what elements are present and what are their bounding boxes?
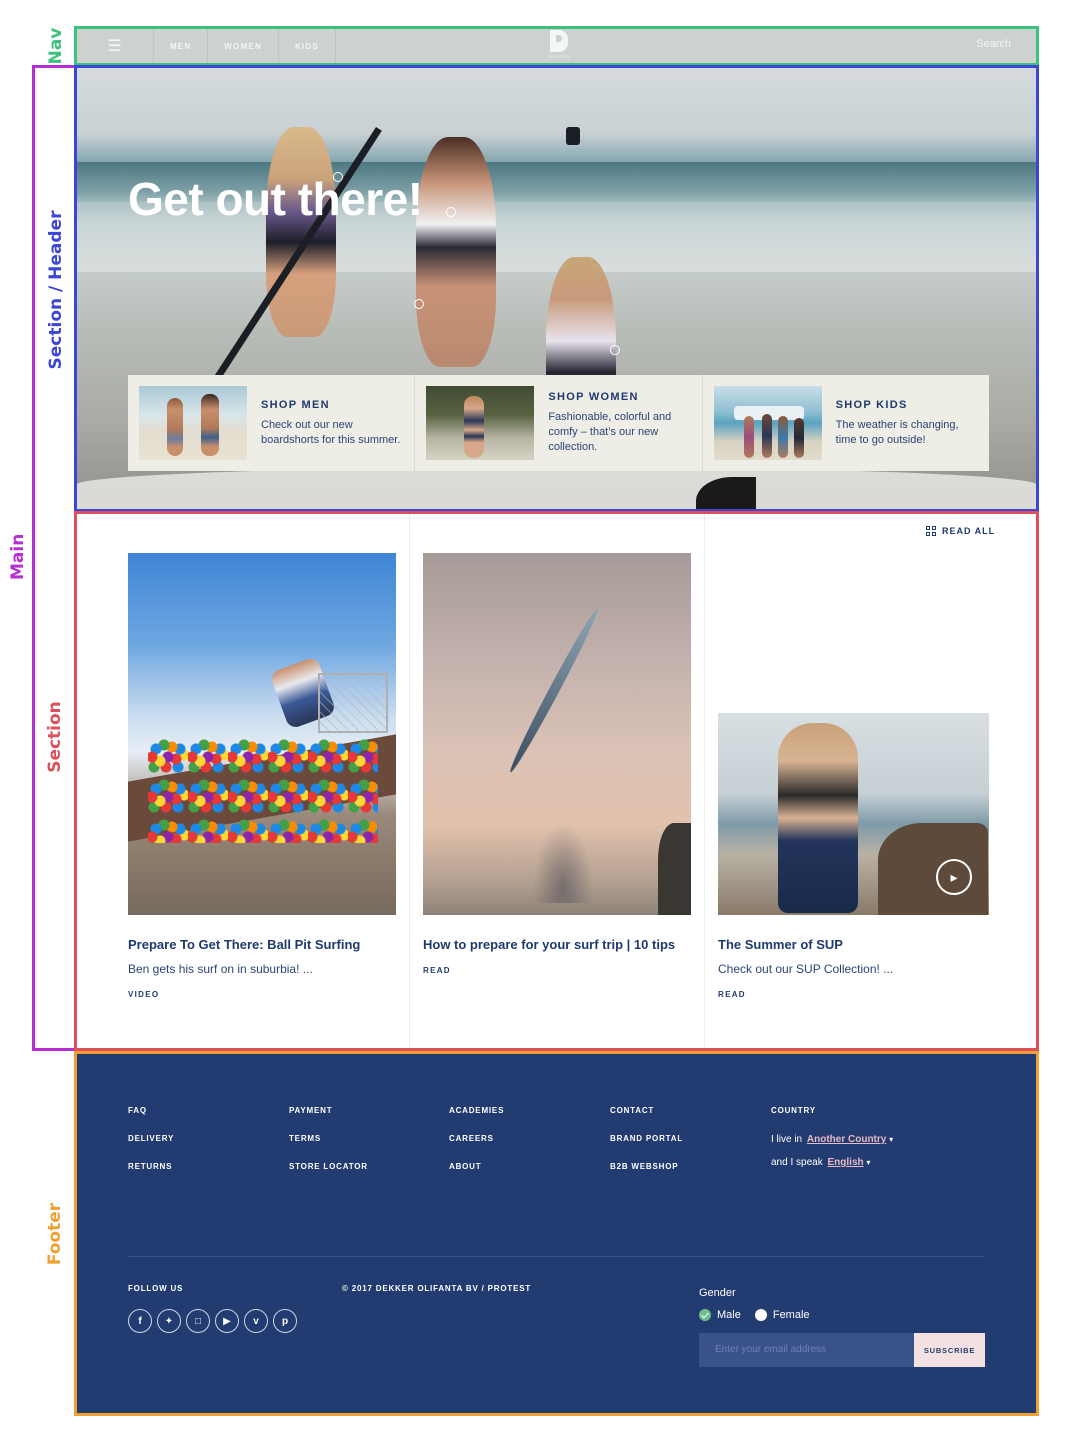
vimeo-icon[interactable]: v bbox=[244, 1309, 268, 1333]
grid-icon bbox=[926, 526, 936, 536]
footer-link-academies[interactable]: ACADEMIES bbox=[449, 1106, 504, 1115]
footer-link-b2b-webshop[interactable]: B2B WEBSHOP bbox=[610, 1162, 683, 1171]
footer-link-store-locator[interactable]: STORE LOCATOR bbox=[289, 1162, 368, 1171]
gender-female-radio[interactable] bbox=[754, 1309, 767, 1321]
article-image: ▸ bbox=[718, 713, 989, 915]
shop-kids-title: SHOP KIDS bbox=[835, 398, 908, 411]
site-footer: FAQ DELIVERY RETURNS PAYMENT TERMS STORE… bbox=[76, 1054, 1037, 1414]
footer-link-terms[interactable]: TERMS bbox=[289, 1134, 368, 1143]
footer-link-careers[interactable]: CAREERS bbox=[449, 1134, 504, 1143]
shop-men-card[interactable]: SHOP MEN Check out our new boardshorts f… bbox=[128, 375, 416, 471]
gender-male-label: Male bbox=[717, 1309, 741, 1321]
article-desc: Check out our SUP Collection! ... bbox=[718, 962, 894, 976]
shop-women-image bbox=[426, 386, 535, 460]
chevron-down-icon[interactable]: ▾ bbox=[866, 1158, 870, 1167]
social-links: f ✦ □ ▶ v p bbox=[128, 1309, 302, 1333]
follow-us-label: FOLLOW US bbox=[128, 1284, 184, 1293]
shop-men-title: SHOP MEN bbox=[261, 398, 330, 411]
chevron-down-icon[interactable]: ▾ bbox=[889, 1135, 893, 1144]
article-tag[interactable]: READ bbox=[423, 966, 691, 975]
footer-link-payment[interactable]: PAYMENT bbox=[289, 1106, 368, 1115]
shop-women-card[interactable]: SHOP WOMEN Fashionable, colorful and com… bbox=[415, 375, 703, 471]
gender-radios: Male Female bbox=[699, 1309, 810, 1321]
nav-link-kids[interactable]: KIDS bbox=[279, 28, 336, 64]
top-nav: ☰ MEN WOMEN KIDS PROTEST Search bbox=[76, 28, 1037, 64]
protest-logo[interactable]: PROTEST bbox=[548, 30, 570, 62]
footer-link-contact[interactable]: CONTACT bbox=[610, 1106, 683, 1115]
country-heading: COUNTRY bbox=[771, 1106, 816, 1115]
footer-link-brand-portal[interactable]: BRAND PORTAL bbox=[610, 1134, 683, 1143]
twitter-icon[interactable]: ✦ bbox=[157, 1309, 181, 1333]
article-desc: Ben gets his surf on in suburbia! ... bbox=[128, 962, 313, 976]
copyright: © 2017 DEKKER OLIFANTA BV / PROTEST bbox=[342, 1284, 532, 1293]
gender-label: Gender bbox=[699, 1287, 736, 1299]
nav-link-men[interactable]: MEN bbox=[154, 28, 209, 64]
shop-kids-card[interactable]: SHOP KIDS The weather is changing, time … bbox=[703, 375, 989, 471]
hero-title: Get out there! bbox=[128, 173, 423, 225]
gender-male-radio[interactable] bbox=[699, 1309, 711, 1321]
hero-section: Get out there! SHOP MEN Check out our ne… bbox=[76, 67, 1037, 510]
article-card-ball-pit[interactable]: Prepare To Get There: Ball Pit Surfing B… bbox=[128, 553, 396, 999]
article-title[interactable]: The Summer of SUP bbox=[718, 937, 989, 952]
email-input[interactable]: Enter your email address bbox=[699, 1333, 914, 1367]
pinterest-icon[interactable]: p bbox=[273, 1309, 297, 1333]
shop-women-desc: Fashionable, colorful and comfy – that’s… bbox=[548, 411, 672, 453]
article-tag[interactable]: READ bbox=[718, 990, 989, 999]
article-title[interactable]: Prepare To Get There: Ball Pit Surfing bbox=[128, 937, 396, 952]
language-dropdown[interactable]: English bbox=[828, 1157, 864, 1168]
country-selector: I live in Another Country ▾ bbox=[771, 1134, 894, 1145]
footer-link-delivery[interactable]: DELIVERY bbox=[128, 1134, 174, 1143]
nav-link-women[interactable]: WOMEN bbox=[208, 28, 279, 64]
shop-kids-image bbox=[713, 386, 822, 460]
footer-link-returns[interactable]: RETURNS bbox=[128, 1162, 174, 1171]
articles-section: READ ALL Prepare To Get There: Ball Pit … bbox=[76, 513, 1037, 1048]
read-all-link[interactable]: READ ALL bbox=[926, 526, 995, 536]
shop-men-image bbox=[139, 386, 247, 460]
search-link[interactable]: Search bbox=[976, 38, 1011, 50]
instagram-icon[interactable]: □ bbox=[186, 1309, 210, 1333]
language-selector: and I speak English ▾ bbox=[771, 1157, 871, 1168]
footer-link-faq[interactable]: FAQ bbox=[128, 1106, 174, 1115]
shop-categories: SHOP MEN Check out our new boardshorts f… bbox=[128, 375, 989, 471]
footer-link-about[interactable]: ABOUT bbox=[449, 1162, 504, 1171]
youtube-icon[interactable]: ▶ bbox=[215, 1309, 239, 1333]
gender-female-label: Female bbox=[772, 1309, 810, 1321]
subscribe-button[interactable]: SUBSCRIBE bbox=[914, 1333, 985, 1367]
article-title[interactable]: How to prepare for your surf trip | 10 t… bbox=[423, 937, 691, 952]
hamburger-icon[interactable]: ☰ bbox=[76, 28, 154, 64]
facebook-icon[interactable]: f bbox=[128, 1309, 152, 1333]
play-icon[interactable]: ▸ bbox=[936, 859, 972, 895]
article-image bbox=[423, 553, 691, 915]
article-card-surf-trip[interactable]: How to prepare for your surf trip | 10 t… bbox=[423, 553, 691, 975]
article-image bbox=[128, 553, 396, 915]
shop-kids-desc: The weather is changing, time to go outs… bbox=[835, 418, 959, 446]
article-card-sup[interactable]: ▸ The Summer of SUP Check out our SUP Co… bbox=[718, 713, 989, 999]
shop-men-desc: Check out our new boardshorts for this s… bbox=[261, 418, 401, 446]
shop-women-title: SHOP WOMEN bbox=[548, 391, 639, 403]
article-tag[interactable]: VIDEO bbox=[128, 990, 396, 999]
footer-divider bbox=[128, 1256, 985, 1257]
country-dropdown[interactable]: Another Country bbox=[807, 1134, 886, 1145]
